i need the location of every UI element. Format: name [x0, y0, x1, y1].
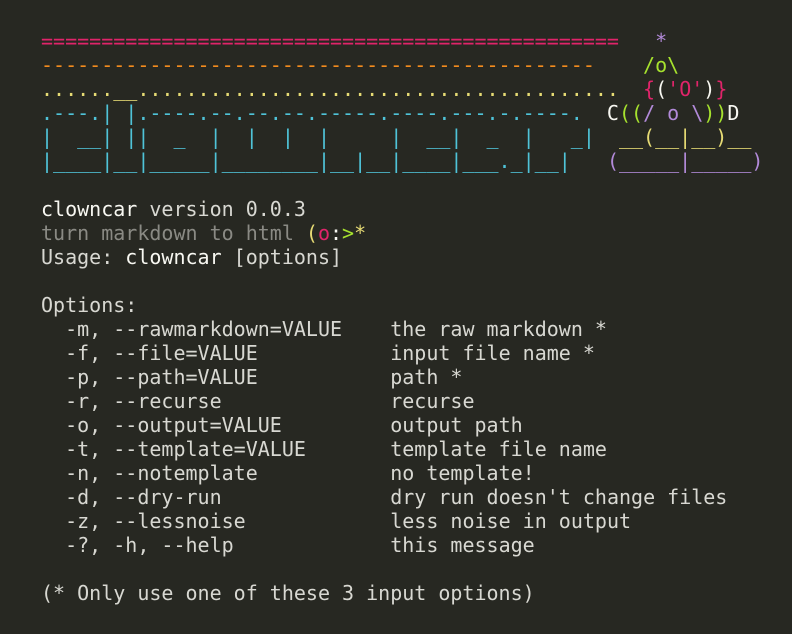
option-flag: -d, --dry-run [41, 485, 391, 509]
banner-segment: (_____|_____) [606, 149, 764, 173]
option-flag: -m, --rawmarkdown=VALUE [41, 317, 391, 341]
banner-line: ========================================… [41, 29, 792, 53]
option-row: -o, --output=VALUE output path [41, 413, 792, 437]
banner-segment: D [727, 101, 740, 125]
banner-segment: { [631, 77, 656, 101]
option-flag: -?, -h, --help [41, 533, 391, 557]
banner-line: ----------------------------------------… [41, 53, 792, 77]
option-description: output path [390, 413, 523, 437]
banner-segment: ========================================… [41, 29, 644, 53]
option-flag: -t, --template=VALUE [41, 437, 391, 461]
banner-segment: ----------------------------------------… [41, 53, 619, 77]
usage-suffix: [options] [221, 245, 343, 269]
banner-line: ......__................................… [41, 77, 792, 101]
banner-segment: (( [618, 101, 644, 125]
banner-segment: ) [703, 77, 716, 101]
banner-line: |____|__|_____|________|__|__|____|___._… [41, 149, 792, 173]
option-flag: -f, --file=VALUE [41, 341, 391, 365]
option-row: -t, --template=VALUE template file name [41, 437, 792, 461]
option-row: -p, --path=VALUE path * [41, 365, 792, 389]
option-row: -r, --recurse recurse [41, 389, 792, 413]
version-label: version 0.0.3 [137, 197, 306, 221]
terminal-window: ========================================… [0, 0, 792, 634]
emoticon-char: : [330, 221, 343, 245]
banner-segment: ( [655, 77, 668, 101]
emoticon-char: ( [305, 221, 318, 245]
usage-command: clowncar [125, 245, 222, 269]
banner-segment: / o \ [643, 101, 704, 125]
version-line: clowncar version 0.0.3 [41, 197, 792, 221]
clown-face-emoticon: (o:>* [306, 221, 366, 245]
footnote: (* Only use one of these 3 input options… [41, 581, 535, 605]
option-description: path * [390, 365, 463, 389]
option-description: dry run doesn't change files [390, 485, 728, 509]
option-flag: -z, --lessnoise [41, 509, 391, 533]
banner-segment: } [715, 77, 728, 101]
option-flag: -n, --notemplate [41, 461, 391, 485]
option-row: -?, -h, --help this message [41, 533, 792, 557]
banner-segment: .---.| |.----.--.--.--.-----.----.---.-.… [41, 101, 595, 125]
emoticon-char: * [354, 221, 367, 245]
option-description: the raw markdown * [390, 317, 607, 341]
banner-segment: C [594, 101, 619, 125]
option-flag: -p, --path=VALUE [41, 365, 391, 389]
option-description: no template! [390, 461, 535, 485]
option-flag: -o, --output=VALUE [41, 413, 391, 437]
tagline: turn markdown to html [41, 221, 306, 245]
option-row: -m, --rawmarkdown=VALUE the raw markdown… [41, 317, 792, 341]
ascii-banner: ========================================… [41, 29, 792, 173]
tagline-line: turn markdown to html (o:>* [41, 221, 792, 245]
option-description: template file name [390, 437, 607, 461]
banner-segment: __(__|__)__ [606, 125, 752, 149]
app-name: clowncar [41, 197, 138, 221]
banner-segment: ......__................................… [41, 77, 632, 101]
option-description: this message [390, 533, 535, 557]
option-flag: -r, --recurse [41, 389, 391, 413]
banner-segment: * [643, 29, 668, 53]
banner-segment: 'O' [667, 77, 704, 101]
banner-segment: /o\ [618, 53, 680, 77]
option-row: -f, --file=VALUE input file name * [41, 341, 792, 365]
option-description: recurse [390, 389, 475, 413]
emoticon-char: > [342, 221, 355, 245]
banner-segment: )) [703, 101, 728, 125]
usage-line: Usage: clowncar [options] [41, 245, 792, 269]
banner-segment: |____|__|_____|________|__|__|____|___._… [41, 149, 607, 173]
usage-prefix: Usage: [41, 245, 126, 269]
option-description: less noise in output [390, 509, 632, 533]
option-row: -d, --dry-run dry run doesn't change fil… [41, 485, 792, 509]
options-heading: Options: [41, 293, 138, 317]
option-row: -n, --notemplate no template! [41, 461, 792, 485]
emoticon-char: o [317, 221, 330, 245]
banner-segment: | __| || _ | | | | | __| _ | _| [41, 125, 607, 149]
option-row: -z, --lessnoise less noise in output [41, 509, 792, 533]
banner-line: .---.| |.----.--.--.--.-----.----.---.-.… [41, 101, 792, 125]
banner-line: | __| || _ | | | | | __| _ | _| __(__|__… [41, 125, 792, 149]
option-description: input file name * [390, 341, 595, 365]
options-list: -m, --rawmarkdown=VALUE the raw markdown… [41, 317, 792, 557]
